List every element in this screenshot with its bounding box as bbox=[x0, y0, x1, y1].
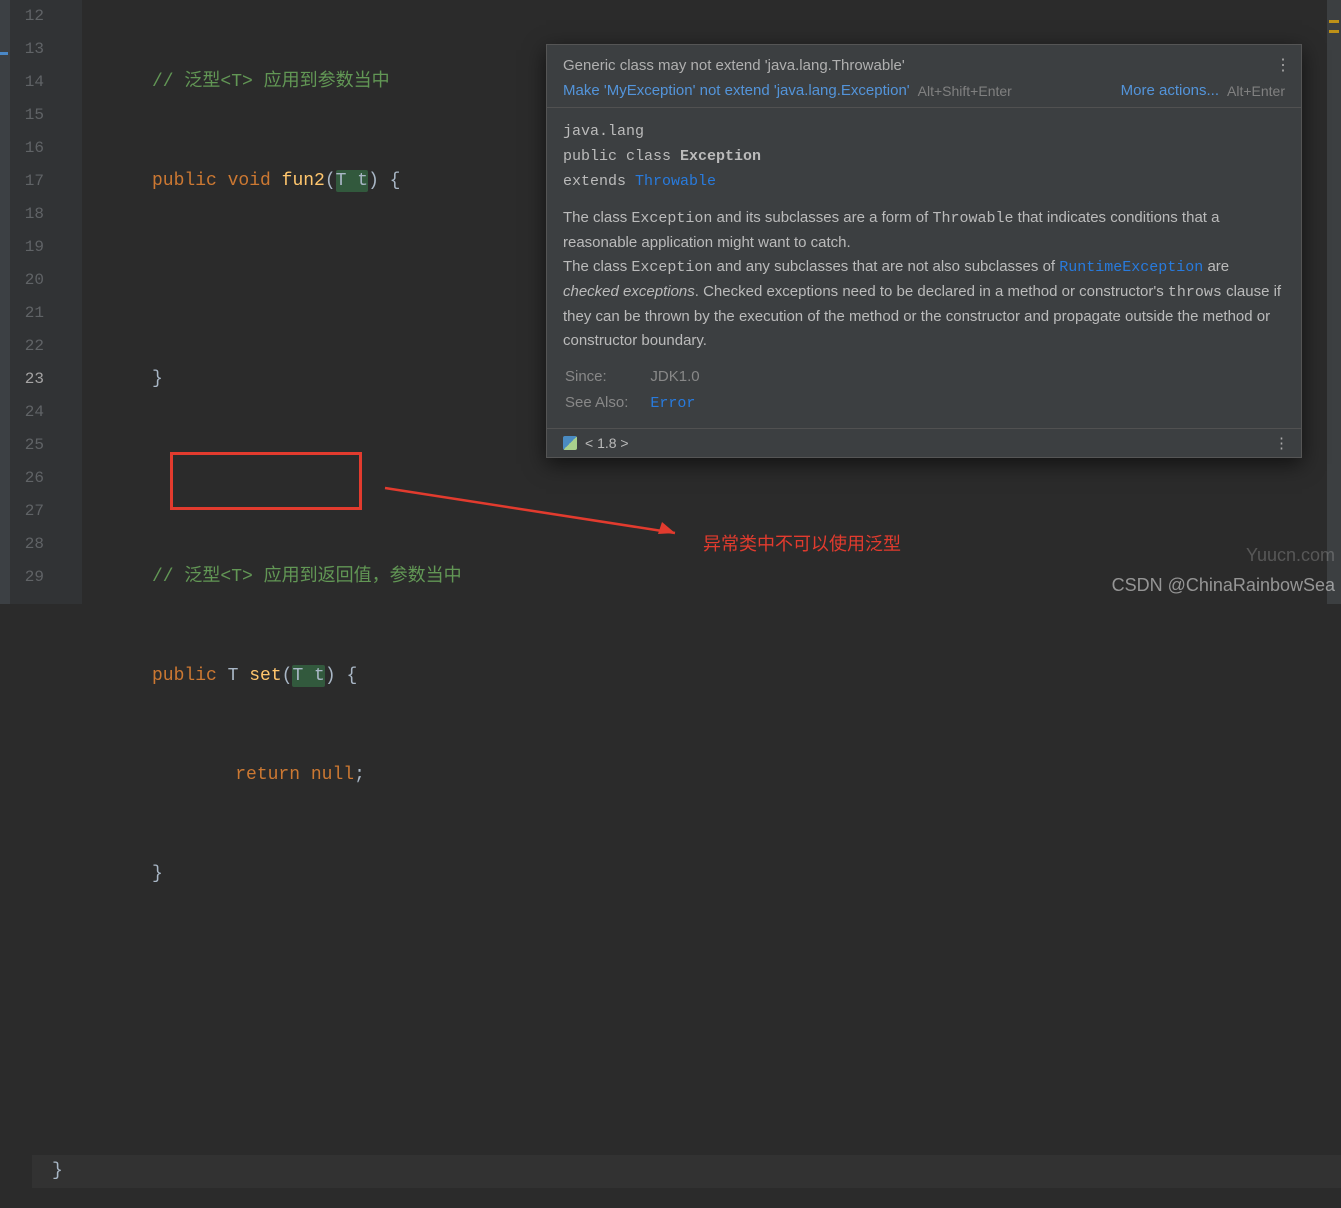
doc-code: Exception bbox=[631, 210, 712, 227]
line-gutter: 121314151617181920212223242526272829 bbox=[0, 0, 62, 604]
library-version: < 1.8 > bbox=[585, 435, 629, 451]
shortcut: Alt+Enter bbox=[1227, 83, 1285, 99]
package: java.lang bbox=[563, 120, 1285, 144]
doc-text: and any subclasses that are not also sub… bbox=[712, 258, 1059, 275]
semi: ; bbox=[354, 765, 365, 785]
warn-marker[interactable] bbox=[1329, 30, 1339, 33]
since-label: Since: bbox=[565, 365, 648, 389]
seealso-link[interactable]: Error bbox=[650, 395, 695, 412]
brace: } bbox=[152, 369, 163, 389]
doc-link[interactable]: RuntimeException bbox=[1059, 259, 1203, 276]
brace: ) { bbox=[368, 171, 400, 191]
popup-footer: < 1.8 > ⋮ bbox=[547, 428, 1301, 457]
decl: public class bbox=[563, 148, 680, 165]
watermark: CSDN @ChinaRainbowSea bbox=[1112, 575, 1335, 596]
inspection-title: Generic class may not extend 'java.lang.… bbox=[563, 57, 1285, 74]
decl-name: Exception bbox=[680, 148, 761, 165]
inspection-popup[interactable]: ⋮ Generic class may not extend 'java.lan… bbox=[546, 44, 1302, 458]
since-value: JDK1.0 bbox=[650, 365, 719, 389]
method-name: fun2 bbox=[282, 171, 325, 191]
doc-code: throws bbox=[1168, 284, 1222, 301]
quick-fix-link[interactable]: Make 'MyException' not extend 'java.lang… bbox=[563, 82, 910, 99]
param: T t bbox=[292, 665, 324, 687]
more-icon[interactable]: ⋮ bbox=[1274, 434, 1289, 452]
decl-ext: extends bbox=[563, 173, 635, 190]
more-icon[interactable]: ⋮ bbox=[1275, 55, 1291, 75]
doc-em: checked exceptions bbox=[563, 283, 695, 300]
seealso-label: See Also: bbox=[565, 391, 648, 416]
doc-meta: Since:JDK1.0 See Also:Error bbox=[563, 363, 722, 418]
doc-text: . Checked exceptions need to be declared… bbox=[695, 283, 1168, 300]
method-name: set bbox=[249, 666, 281, 686]
doc-text: are bbox=[1203, 258, 1229, 275]
fold-column bbox=[62, 0, 82, 604]
comment: // 泛型<T> 应用到参数当中 bbox=[152, 72, 390, 92]
more-actions-link[interactable]: More actions... bbox=[1121, 82, 1219, 99]
paren: ( bbox=[325, 171, 336, 191]
brace: ) { bbox=[325, 666, 357, 686]
caret-line bbox=[32, 1155, 1341, 1188]
brace: } bbox=[152, 864, 163, 884]
type: T bbox=[228, 666, 250, 686]
paren: ( bbox=[282, 666, 293, 686]
kw-return: return bbox=[235, 765, 311, 785]
popup-body: java.lang public class Exception extends… bbox=[547, 108, 1301, 428]
doc-code: Throwable bbox=[932, 210, 1013, 227]
shortcut: Alt+Shift+Enter bbox=[918, 83, 1012, 99]
popup-header: Generic class may not extend 'java.lang.… bbox=[547, 45, 1301, 108]
comment: // 泛型<T> 应用到返回值，参数当中 bbox=[152, 567, 462, 587]
param: T t bbox=[336, 170, 368, 192]
doc-text: and its subclasses are a form of bbox=[712, 209, 932, 226]
doc-code: Exception bbox=[631, 259, 712, 276]
doc-text: The class bbox=[563, 209, 631, 226]
brace: } bbox=[52, 1161, 63, 1181]
warn-marker[interactable] bbox=[1329, 20, 1339, 23]
kw-void: void bbox=[228, 171, 282, 191]
decl-super-link[interactable]: Throwable bbox=[635, 173, 716, 190]
kw-public: public bbox=[152, 666, 228, 686]
error-stripe[interactable] bbox=[1327, 0, 1341, 604]
annotation-text: 异常类中不可以使用泛型 bbox=[703, 530, 901, 556]
watermark: Yuucn.com bbox=[1246, 545, 1335, 566]
kw-public: public bbox=[152, 171, 228, 191]
library-icon bbox=[563, 436, 577, 450]
kw-null: null bbox=[311, 765, 354, 785]
doc-text: The class bbox=[563, 258, 631, 275]
